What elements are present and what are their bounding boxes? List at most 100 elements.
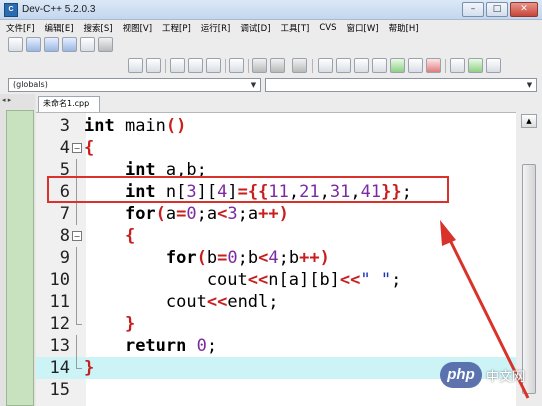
toolbar-separator [312, 59, 313, 73]
open-file-icon[interactable] [26, 37, 41, 52]
line-number: 4 [59, 138, 70, 158]
code-line[interactable]: 15 [36, 379, 516, 401]
editor-tabs: 未命名1.cpp [36, 94, 542, 112]
check-icon[interactable] [390, 58, 405, 73]
menu-file[interactable]: 文件[F] [6, 22, 35, 34]
chevron-down-icon: ▼ [250, 81, 257, 89]
find-icon[interactable] [170, 58, 185, 73]
undo-icon[interactable] [128, 58, 143, 73]
code-line[interactable]: 7 for(a=0;a<3;a++) [36, 203, 516, 225]
stop-icon[interactable] [426, 58, 441, 73]
scroll-thumb[interactable] [522, 164, 536, 394]
line-number: 9 [59, 248, 70, 268]
fold-guide [76, 269, 77, 291]
maximize-button[interactable]: □ [486, 2, 508, 17]
line-number: 15 [49, 380, 70, 400]
panel-nav-arrows[interactable]: ◂ ▸ [2, 96, 32, 108]
menu-help[interactable]: 帮助[H] [389, 22, 419, 34]
project-icon[interactable] [318, 58, 333, 73]
close-file-icon[interactable] [80, 37, 95, 52]
import-icon[interactable] [450, 58, 465, 73]
menu-edit[interactable]: 编辑[E] [45, 22, 74, 34]
fold-guide [76, 313, 82, 325]
line-number: 10 [49, 270, 70, 290]
menu-cvs[interactable]: CVS [319, 23, 336, 33]
line-number: 14 [49, 358, 70, 378]
code-text: for(a=0;a<3;a++) [124, 204, 289, 224]
code-text: cout<<n[a][b]<<" "; [84, 270, 402, 290]
line-number: 11 [49, 292, 70, 312]
new-file-icon[interactable] [8, 37, 23, 52]
fold-guide [76, 357, 82, 369]
scope-bar: (globals) ▼ ▼ [0, 76, 542, 94]
project-tree[interactable] [6, 110, 34, 406]
dev-cpp-icon: C [4, 3, 18, 17]
class-icon[interactable] [336, 58, 351, 73]
highlight-box [47, 176, 449, 203]
export-icon[interactable] [468, 58, 483, 73]
close-button[interactable]: ✕ [510, 2, 538, 17]
code-text: } [84, 358, 95, 378]
code-text: { [124, 226, 136, 246]
window-title: Dev-C++ 5.2.0.3 [22, 4, 96, 15]
code-line[interactable]: 4−{ [36, 137, 516, 159]
line-number: 7 [59, 204, 70, 224]
line-number: 8 [59, 226, 70, 246]
fold-guide [76, 203, 77, 225]
fold-guide [76, 335, 77, 357]
minimize-button[interactable]: – [462, 2, 484, 17]
code-line[interactable]: 10 cout<<n[a][b]<<" "; [36, 269, 516, 291]
menu-debug[interactable]: 调试[D] [240, 22, 270, 34]
replace-icon[interactable] [188, 58, 203, 73]
find-next-icon[interactable] [206, 58, 221, 73]
menu-search[interactable]: 搜索[S] [84, 22, 113, 34]
line-number: 12 [49, 314, 70, 334]
code-editor[interactable]: 3 int main() 4−{5 int a,b; 6 int n[3][4]={{… [36, 112, 516, 406]
main-toolbar [0, 35, 542, 55]
edit-toolbar [0, 55, 542, 76]
save-all-icon[interactable] [62, 37, 77, 52]
fold-guide [76, 247, 77, 269]
toolbar-separator [248, 59, 249, 73]
class-scope-value: (globals) [13, 80, 48, 89]
code-text: { [84, 138, 95, 158]
toolbar-separator [165, 59, 166, 73]
save-icon[interactable] [44, 37, 59, 52]
print-icon[interactable] [98, 37, 113, 52]
code-line[interactable]: 12 } [36, 313, 516, 335]
title-bar: C Dev-C++ 5.2.0.3 – □ ✕ [0, 0, 542, 20]
fold-collapse-icon[interactable]: − [72, 143, 82, 153]
code-text: for(b=0;b<4;b++) [165, 248, 330, 268]
indent-icon[interactable] [270, 58, 285, 73]
scroll-up-icon[interactable]: ▲ [521, 114, 537, 128]
toolbar-separator [445, 59, 446, 73]
code-line[interactable]: 9 for(b=0;b<4;b++) [36, 247, 516, 269]
chart-icon[interactable] [408, 58, 423, 73]
code-line[interactable]: 13 return 0; [36, 335, 516, 357]
menu-run[interactable]: 运行[R] [201, 22, 231, 34]
compile-icon[interactable] [354, 58, 369, 73]
code-line[interactable]: 8− { [36, 225, 516, 247]
code-line[interactable]: 14} [36, 357, 516, 379]
member-scope-select[interactable]: ▼ [265, 78, 537, 92]
menu-view[interactable]: 视图[V] [123, 22, 152, 34]
tab-untitled-cpp[interactable]: 未命名1.cpp [38, 96, 100, 112]
vertical-scrollbar[interactable]: ▲ [516, 112, 542, 406]
bookmark-icon[interactable] [292, 58, 307, 73]
fold-collapse-icon[interactable]: − [72, 231, 82, 241]
project-panel: ◂ ▸ [0, 94, 35, 406]
options-icon[interactable] [486, 58, 501, 73]
menu-tools[interactable]: 工具[T] [281, 22, 310, 34]
class-scope-select[interactable]: (globals) ▼ [8, 78, 261, 92]
unindent-icon[interactable] [252, 58, 267, 73]
goto-line-icon[interactable] [229, 58, 244, 73]
fold-guide [76, 291, 77, 313]
code-line[interactable]: 11 cout<<endl; [36, 291, 516, 313]
code-text: } [124, 314, 136, 334]
run-icon[interactable] [372, 58, 387, 73]
code-text: int main() [84, 116, 187, 136]
menu-project[interactable]: 工程[P] [162, 22, 191, 34]
menu-window[interactable]: 窗口[W] [347, 22, 379, 34]
code-line[interactable]: 3 int main() [36, 115, 516, 137]
redo-icon[interactable] [146, 58, 161, 73]
